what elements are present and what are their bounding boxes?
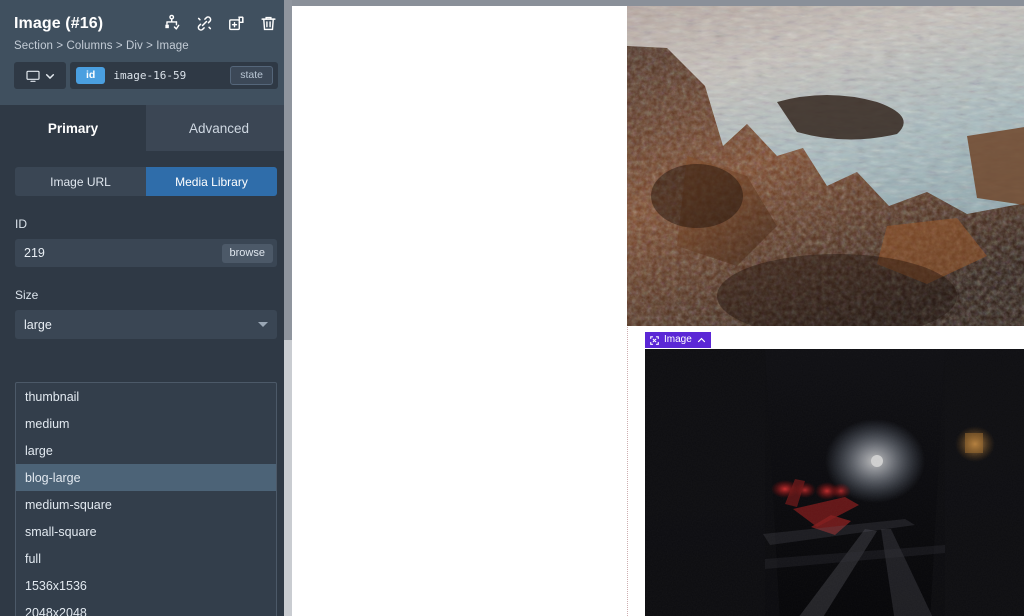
panel-header: Image (#16) Section > Columns > Div > Im…: [0, 0, 292, 105]
size-dropdown-list: thumbnail medium large blog-large medium…: [15, 382, 277, 616]
page-title: Image (#16): [14, 14, 104, 32]
coastal-rocks-photo[interactable]: [627, 6, 1024, 326]
image-source-toggle: Image URL Media Library: [15, 167, 277, 196]
alignment-guide: [627, 322, 628, 616]
size-select[interactable]: large: [15, 310, 277, 339]
segment-media-library[interactable]: Media Library: [146, 167, 277, 196]
chevron-up-icon[interactable]: [697, 336, 706, 345]
segment-image-url[interactable]: Image URL: [15, 167, 146, 196]
chevron-down-icon: [45, 71, 55, 81]
sidebar-scrollbar[interactable]: [284, 0, 292, 616]
trash-icon[interactable]: [259, 14, 278, 33]
railway-tunnel-artwork: [645, 349, 1024, 616]
canvas-page: Image: [299, 6, 1024, 616]
list-item[interactable]: large: [16, 437, 276, 464]
id-value: image-16-59: [113, 69, 187, 82]
state-button[interactable]: state: [230, 66, 273, 85]
railway-tunnel-photo[interactable]: [645, 349, 1024, 616]
selection-badge[interactable]: Image: [645, 332, 711, 348]
id-input-row: browse: [15, 239, 277, 267]
breadcrumb[interactable]: Section > Columns > Div > Image: [14, 40, 278, 52]
sidebar-scrollbar-thumb[interactable]: [284, 0, 292, 340]
link-icon[interactable]: [195, 14, 214, 33]
id-field-label: ID: [15, 217, 27, 231]
device-selector[interactable]: [14, 62, 66, 89]
id-input[interactable]: [24, 246, 222, 260]
id-bar: id image-16-59 state: [14, 62, 278, 89]
sitemap-icon[interactable]: [163, 14, 182, 33]
panel-body: Image URL Media Library ID browse Size l…: [0, 151, 292, 616]
editor-root: Image (#16) Section > Columns > Div > Im…: [0, 0, 1024, 616]
id-field[interactable]: id image-16-59 state: [70, 62, 278, 89]
monitor-icon: [25, 68, 41, 84]
id-pill[interactable]: id: [76, 67, 106, 84]
duplicate-icon[interactable]: [227, 14, 246, 33]
preview-canvas: Image: [292, 0, 1024, 616]
size-field-label: Size: [15, 288, 39, 302]
panel-header-top: Image (#16): [14, 14, 278, 33]
browse-button[interactable]: browse: [221, 243, 273, 263]
list-item[interactable]: blog-large: [16, 464, 276, 491]
list-item[interactable]: small-square: [16, 518, 276, 545]
list-item[interactable]: full: [16, 545, 276, 572]
coastal-rocks-artwork: [627, 6, 1024, 326]
selection-badge-label: Image: [664, 334, 692, 345]
header-icon-group: [163, 14, 278, 33]
tab-advanced[interactable]: Advanced: [146, 105, 292, 151]
settings-sidebar: Image (#16) Section > Columns > Div > Im…: [0, 0, 292, 616]
list-item[interactable]: 1536x1536: [16, 572, 276, 599]
list-item[interactable]: 2048x2048: [16, 599, 276, 616]
list-item[interactable]: thumbnail: [16, 383, 276, 410]
list-item[interactable]: medium: [16, 410, 276, 437]
chevron-down-icon: [258, 322, 268, 327]
selected-image-block: Image: [645, 332, 1024, 616]
panel-tabs: Primary Advanced: [0, 105, 292, 151]
tab-primary[interactable]: Primary: [0, 105, 146, 151]
list-item[interactable]: medium-square: [16, 491, 276, 518]
move-handle-icon[interactable]: [650, 335, 659, 345]
size-select-value: large: [24, 317, 52, 332]
